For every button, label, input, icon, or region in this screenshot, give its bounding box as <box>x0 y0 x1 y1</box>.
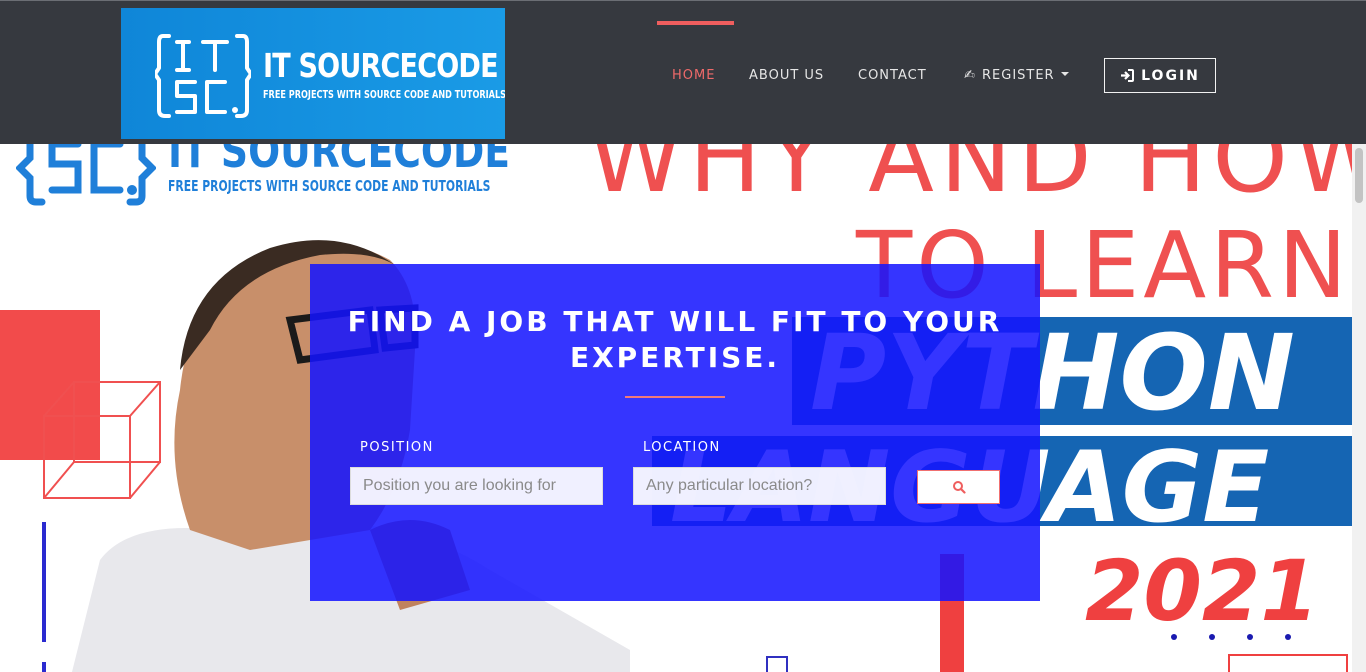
search-button[interactable] <box>917 470 1000 504</box>
job-search-panel: FIND A JOB THAT WILL FIT TO YOUR EXPERTI… <box>310 264 1040 601</box>
hero-heading-line1: WHY AND HOW <box>588 144 1352 214</box>
title-divider <box>625 396 725 398</box>
decor-rect-outline <box>1228 654 1348 672</box>
decor-vertical-line <box>42 522 46 642</box>
page-scrollbar[interactable] <box>1352 144 1366 672</box>
brand-logo[interactable]: IT SOURCECODE FREE PROJECTS WITH SOURCE … <box>121 8 505 139</box>
decor-square-outline <box>766 656 788 672</box>
itsc-logo-icon <box>155 34 251 118</box>
scrollbar-thumb[interactable] <box>1355 148 1363 203</box>
hero-brand-text: IT SOURCECODE <box>168 144 511 178</box>
login-button[interactable]: LOGIN <box>1104 58 1216 93</box>
hero-year: 2021 <box>1085 542 1319 640</box>
nav-register-dropdown[interactable]: ✍ REGISTER <box>964 68 1069 83</box>
decor-vertical-line <box>42 662 46 672</box>
nav-home[interactable]: HOME <box>672 68 715 83</box>
location-label: LOCATION <box>643 440 721 455</box>
nav-about-us[interactable]: ABOUT US <box>749 68 824 83</box>
decor-dot-row <box>1171 634 1291 640</box>
caret-down-icon <box>1060 72 1069 76</box>
sign-in-icon <box>1120 69 1135 82</box>
hero-itsc-logo-icon <box>16 144 156 206</box>
nav-contact[interactable]: CONTACT <box>858 68 927 83</box>
nav-register-label: REGISTER <box>982 68 1055 83</box>
brand-tagline: FREE PROJECTS WITH SOURCE CODE AND TUTOR… <box>263 88 505 101</box>
login-label: LOGIN <box>1141 67 1200 84</box>
search-icon <box>952 481 966 494</box>
brand-name: IT SOURCECODE <box>263 46 499 85</box>
hand-icon: ✍ <box>964 68 976 83</box>
position-input[interactable] <box>350 467 603 505</box>
search-title: FIND A JOB THAT WILL FIT TO YOUR EXPERTI… <box>347 305 1003 374</box>
hero-brand-tagline: FREE PROJECTS WITH SOURCE CODE AND TUTOR… <box>168 177 491 195</box>
active-nav-indicator <box>657 21 734 25</box>
navbar: IT SOURCECODE FREE PROJECTS WITH SOURCE … <box>0 0 1366 144</box>
location-input[interactable] <box>633 467 886 505</box>
position-label: POSITION <box>360 440 434 455</box>
